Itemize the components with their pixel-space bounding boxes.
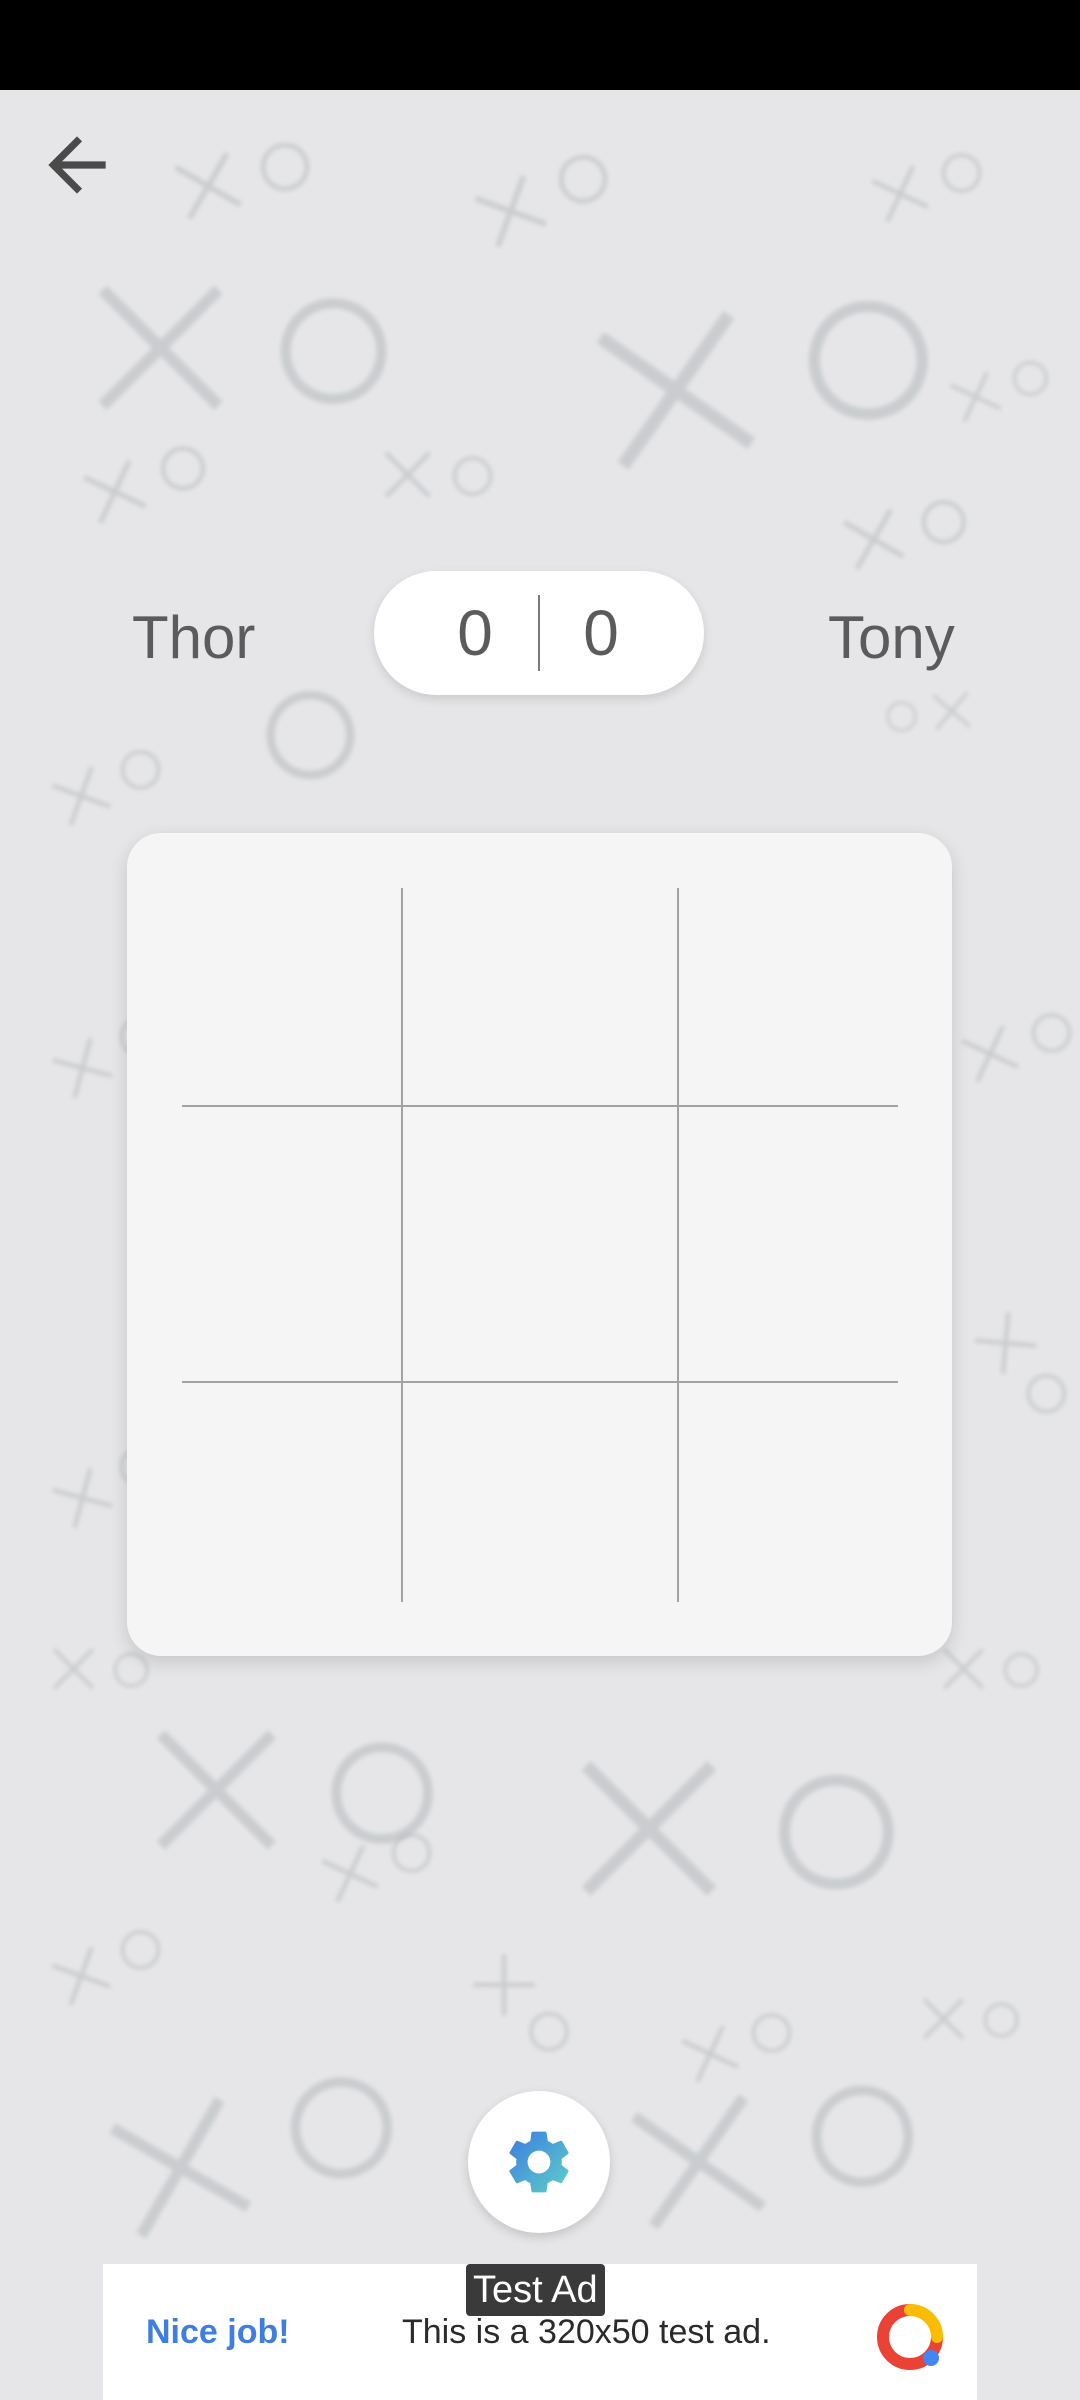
gear-icon (509, 2131, 569, 2193)
test-ad-label: Test Ad (466, 2264, 605, 2316)
ad-cta-text[interactable]: Nice job! (146, 2310, 290, 2354)
grid-line-horizontal (182, 1105, 898, 1107)
board-cell[interactable] (402, 888, 678, 1108)
board-cell[interactable] (678, 1108, 898, 1384)
settings-button[interactable] (468, 2091, 610, 2233)
grid-line-vertical (401, 888, 403, 1602)
google-ads-logo-icon (877, 2304, 943, 2370)
score-divider (538, 595, 540, 671)
scoreboard: 0 0 (374, 571, 704, 695)
board-cell[interactable] (182, 1384, 402, 1602)
board-cell[interactable] (402, 1384, 678, 1602)
status-bar (0, 0, 1080, 90)
board-cell[interactable] (182, 1108, 402, 1384)
player-two-score: 0 (583, 597, 619, 669)
ad-body-text: This is a 320x50 test ad. (402, 2313, 771, 2351)
grid-line-horizontal (182, 1381, 898, 1383)
game-board (127, 833, 952, 1656)
back-button[interactable] (30, 118, 124, 212)
player-one-score: 0 (457, 597, 493, 669)
arrow-left-icon (48, 136, 106, 194)
player-two-name: Tony (828, 604, 955, 671)
board-cell[interactable] (182, 888, 402, 1108)
player-one-name: Thor (132, 604, 256, 671)
board-cell[interactable] (678, 888, 898, 1108)
board-cell[interactable] (402, 1108, 678, 1384)
board-cell[interactable] (678, 1384, 898, 1602)
grid-line-vertical (677, 888, 679, 1602)
